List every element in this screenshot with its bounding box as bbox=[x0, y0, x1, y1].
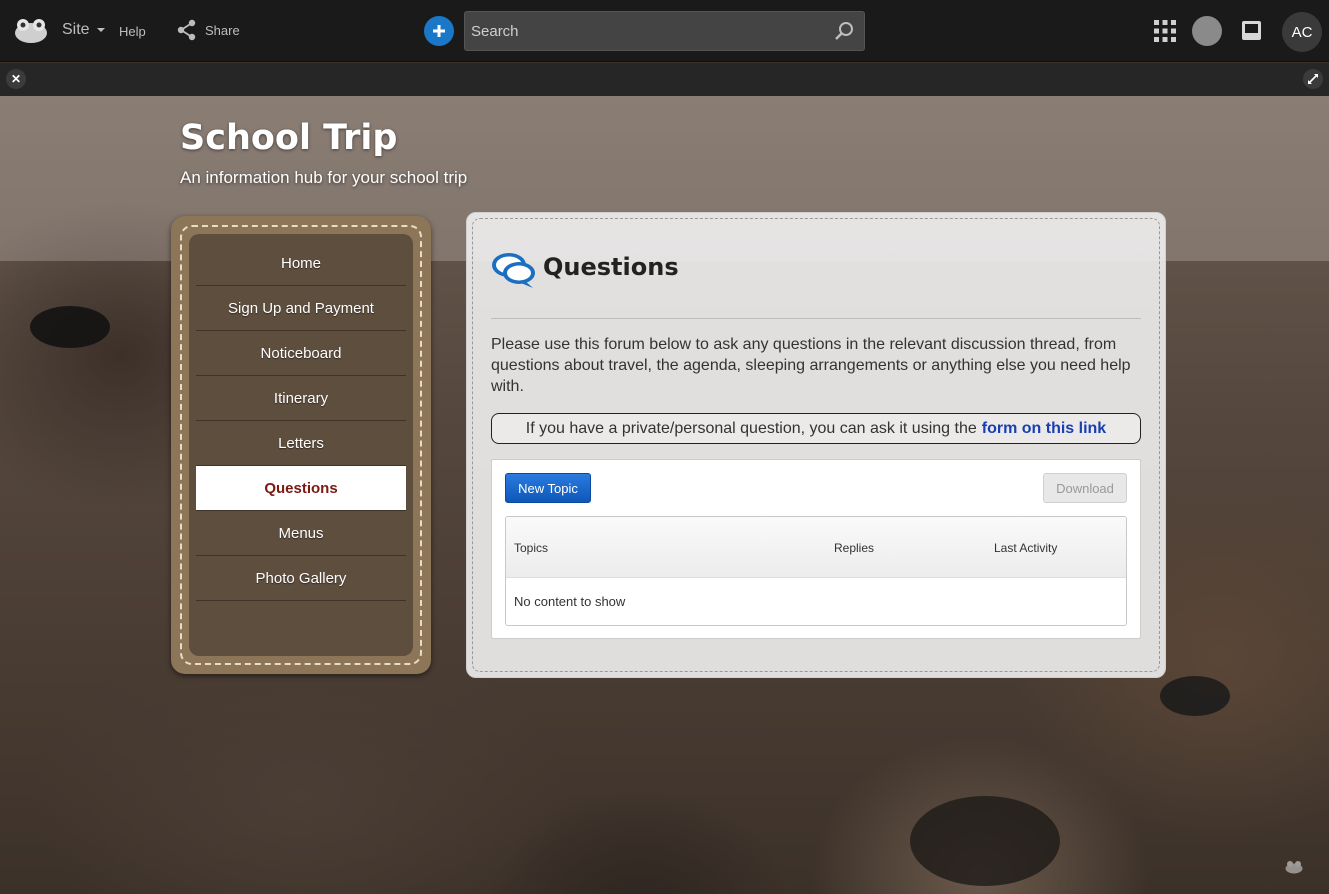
background-detail bbox=[910, 796, 1060, 886]
avatar[interactable]: AC bbox=[1282, 12, 1322, 52]
expand-button[interactable] bbox=[1303, 69, 1323, 89]
share-icon bbox=[177, 19, 196, 41]
help-link[interactable]: Help bbox=[119, 24, 146, 39]
nav-item-letters[interactable]: Letters bbox=[196, 421, 406, 466]
chat-bubbles-icon bbox=[492, 253, 535, 288]
top-bar: Site Help Share Search AC bbox=[0, 0, 1329, 62]
content-panel: Questions Please use this forum below to… bbox=[466, 212, 1166, 678]
nav-panel: Home Sign Up and Payment Noticeboard Iti… bbox=[189, 234, 413, 656]
expand-icon bbox=[1308, 74, 1318, 84]
share-label: Share bbox=[205, 22, 240, 38]
private-question-text: If you have a private/personal question,… bbox=[525, 419, 977, 437]
private-question-notice: If you have a private/personal question,… bbox=[491, 413, 1141, 444]
nav-item-itinerary[interactable]: Itinerary bbox=[196, 376, 406, 421]
private-form-link[interactable]: form on this link bbox=[982, 420, 1106, 438]
download-button[interactable]: Download bbox=[1043, 473, 1127, 503]
add-button[interactable] bbox=[424, 16, 454, 46]
frog-logo-icon[interactable] bbox=[14, 18, 48, 44]
divider bbox=[491, 318, 1141, 319]
page-subtitle: An information hub for your school trip bbox=[180, 168, 468, 187]
column-header-replies[interactable]: Replies bbox=[834, 541, 874, 555]
nav-item-noticeboard[interactable]: Noticeboard bbox=[196, 331, 406, 376]
frog-watermark-icon bbox=[1285, 861, 1303, 874]
close-button[interactable]: ✕ bbox=[6, 69, 26, 89]
page-title: School Trip bbox=[180, 118, 398, 158]
forum-widget: New Topic Download Topics Replies Last A… bbox=[491, 459, 1141, 639]
topics-table: Topics Replies Last Activity No content … bbox=[505, 516, 1127, 626]
background-detail bbox=[1160, 676, 1230, 716]
search-input[interactable] bbox=[471, 12, 821, 50]
status-indicator[interactable] bbox=[1192, 16, 1222, 46]
nav-item-photo-gallery[interactable]: Photo Gallery bbox=[196, 556, 406, 601]
apps-grid-icon[interactable] bbox=[1154, 20, 1176, 42]
column-header-last-activity[interactable]: Last Activity bbox=[994, 541, 1057, 555]
site-menu[interactable]: Site bbox=[62, 21, 105, 39]
plus-icon bbox=[433, 25, 445, 37]
column-header-topics[interactable]: Topics bbox=[514, 541, 548, 555]
background-detail bbox=[30, 306, 110, 348]
side-navigation: Home Sign Up and Payment Noticeboard Iti… bbox=[171, 216, 431, 674]
secondary-bar: ✕ bbox=[0, 63, 1329, 96]
section-heading: Questions bbox=[543, 253, 679, 281]
inbox-icon[interactable] bbox=[1241, 20, 1262, 41]
empty-state-text: No content to show bbox=[514, 594, 626, 609]
site-menu-label: Site bbox=[62, 21, 90, 38]
table-header: Topics Replies Last Activity bbox=[506, 517, 1126, 578]
nav-item-menus[interactable]: Menus bbox=[196, 511, 406, 556]
new-topic-button[interactable]: New Topic bbox=[505, 473, 591, 503]
nav-list: Home Sign Up and Payment Noticeboard Iti… bbox=[196, 241, 406, 601]
nav-item-home[interactable]: Home bbox=[196, 241, 406, 286]
share-button[interactable]: Share bbox=[176, 19, 240, 41]
nav-item-questions[interactable]: Questions bbox=[196, 466, 406, 511]
search-box bbox=[464, 11, 865, 51]
search-icon[interactable] bbox=[834, 21, 854, 41]
caret-down-icon bbox=[96, 28, 105, 32]
intro-text: Please use this forum below to ask any q… bbox=[491, 336, 1131, 395]
nav-item-sign-up-and-payment[interactable]: Sign Up and Payment bbox=[196, 286, 406, 331]
